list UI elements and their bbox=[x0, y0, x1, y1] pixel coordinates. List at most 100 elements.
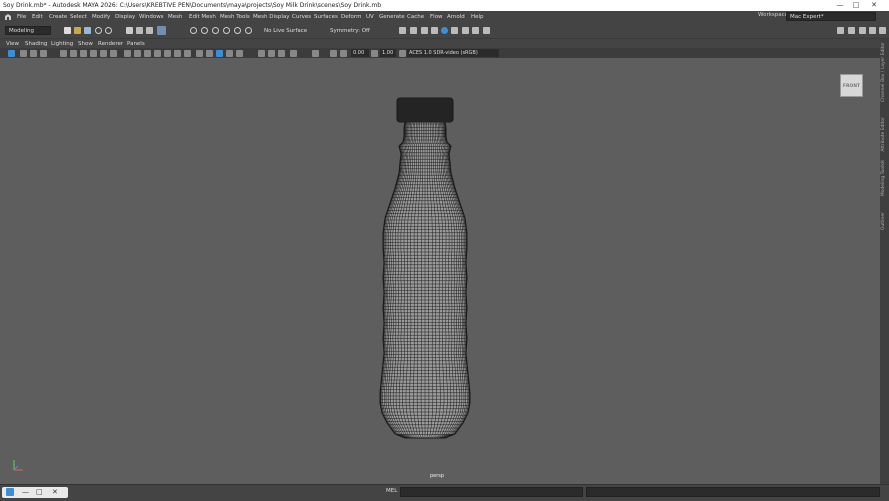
menu-edit[interactable]: Edit bbox=[32, 14, 43, 20]
light-icon[interactable] bbox=[174, 50, 181, 57]
ambient-occlusion-icon[interactable] bbox=[196, 50, 203, 57]
channel-box-icon[interactable] bbox=[869, 27, 876, 34]
menu-curves[interactable]: Curves bbox=[292, 14, 311, 20]
panel-menu-shading[interactable]: Shading bbox=[25, 41, 47, 47]
perspective-viewport[interactable] bbox=[0, 58, 880, 484]
hypershade-icon[interactable] bbox=[431, 27, 438, 34]
menu-generate[interactable]: Generate bbox=[379, 14, 405, 20]
paint-select-icon[interactable] bbox=[146, 27, 153, 34]
exposure-reset-icon[interactable] bbox=[340, 50, 347, 57]
menu-mesh-tools[interactable]: Mesh Tools bbox=[220, 14, 250, 20]
viewport-2-icon[interactable] bbox=[312, 50, 319, 57]
menu-cache[interactable]: Cache bbox=[407, 14, 424, 20]
open-scene-icon[interactable] bbox=[74, 27, 81, 34]
default-material-icon[interactable] bbox=[154, 50, 161, 57]
color-management-icon[interactable] bbox=[399, 50, 406, 57]
gamma-toggle-icon[interactable] bbox=[371, 50, 378, 57]
menu-select[interactable]: Select bbox=[70, 14, 87, 20]
tab-channel-box[interactable]: Channel Box / Layer Editor bbox=[881, 42, 886, 102]
menu-arnold[interactable]: Arnold bbox=[447, 14, 465, 20]
view-cube[interactable]: FRONT bbox=[840, 74, 863, 97]
menu-uv[interactable]: UV bbox=[366, 14, 374, 20]
snap-surface-icon[interactable] bbox=[223, 27, 230, 34]
taskbar-close-icon[interactable]: ✕ bbox=[52, 488, 58, 496]
menu-help[interactable]: Help bbox=[471, 14, 484, 20]
camera-icon[interactable] bbox=[8, 50, 15, 57]
gamma-field[interactable]: 1.00 bbox=[380, 49, 396, 57]
menu-modify[interactable]: Modify bbox=[92, 14, 110, 20]
panel-menu-show[interactable]: Show bbox=[78, 41, 93, 47]
arnold-render-icon[interactable] bbox=[441, 27, 448, 34]
minimize-button[interactable]: — bbox=[835, 1, 845, 10]
wireframe-icon[interactable] bbox=[124, 50, 131, 57]
tab-modeling-toolkit[interactable]: Modeling Toolkit bbox=[881, 160, 886, 196]
workspace-dropdown[interactable]: Mac Expert* bbox=[786, 12, 876, 21]
taskbar-minimize-icon[interactable]: — bbox=[22, 488, 29, 496]
bookmark-icon[interactable] bbox=[30, 50, 37, 57]
grid-icon[interactable] bbox=[60, 50, 67, 57]
film-gate-icon[interactable] bbox=[70, 50, 77, 57]
image-plane-icon[interactable] bbox=[40, 50, 47, 57]
close-button[interactable]: ✕ bbox=[869, 1, 879, 10]
select-tool-icon[interactable] bbox=[126, 27, 133, 34]
menu-deform[interactable]: Deform bbox=[341, 14, 361, 20]
camera-attributes-icon[interactable] bbox=[20, 50, 27, 57]
arnold-light-icon[interactable] bbox=[462, 27, 469, 34]
windows-taskbar-icon[interactable] bbox=[6, 488, 14, 496]
maya-logo-icon[interactable] bbox=[4, 13, 12, 21]
menu-mesh[interactable]: Mesh bbox=[168, 14, 182, 20]
tab-outliner[interactable]: Outliner bbox=[881, 212, 886, 230]
arnold-ipr-icon[interactable] bbox=[451, 27, 458, 34]
xray-icon[interactable] bbox=[216, 50, 223, 57]
field-chart-icon[interactable] bbox=[100, 50, 107, 57]
tool-settings-icon[interactable] bbox=[848, 27, 855, 34]
snap-live-icon[interactable] bbox=[234, 27, 241, 34]
shadow-icon[interactable] bbox=[184, 50, 191, 57]
menu-surfaces[interactable]: Surfaces bbox=[314, 14, 338, 20]
isolate-icon[interactable] bbox=[258, 50, 265, 57]
gate-mask-icon[interactable] bbox=[90, 50, 97, 57]
ipr-render-icon[interactable] bbox=[410, 27, 417, 34]
hud-icon[interactable] bbox=[268, 50, 275, 57]
layout-icon[interactable] bbox=[879, 27, 886, 34]
snap-view-icon[interactable] bbox=[212, 27, 219, 34]
exposure-toggle-icon[interactable] bbox=[330, 50, 337, 57]
menu-mesh-display[interactable]: Mesh Display bbox=[253, 14, 290, 20]
attribute-editor-icon[interactable] bbox=[859, 27, 866, 34]
textured-icon[interactable] bbox=[164, 50, 171, 57]
render-icon[interactable] bbox=[399, 27, 406, 34]
taskbar-maximize-icon[interactable]: □ bbox=[36, 488, 43, 496]
arnold-flush-icon[interactable] bbox=[472, 27, 479, 34]
taskbar-window-control[interactable]: — □ ✕ bbox=[2, 487, 68, 498]
smooth-shade-icon[interactable] bbox=[134, 50, 141, 57]
menu-set-dropdown[interactable]: Modeling bbox=[5, 26, 51, 35]
save-scene-icon[interactable] bbox=[84, 27, 91, 34]
menu-edit-mesh[interactable]: Edit Mesh bbox=[189, 14, 216, 20]
snap-grid-icon[interactable] bbox=[157, 26, 166, 35]
wireframe-on-shaded-icon[interactable] bbox=[144, 50, 151, 57]
new-scene-icon[interactable] bbox=[64, 27, 71, 34]
panel-menu-panels[interactable]: Panels bbox=[127, 41, 145, 47]
safe-action-icon[interactable] bbox=[110, 50, 117, 57]
maximize-button[interactable]: □ bbox=[851, 1, 861, 10]
render-settings-icon[interactable] bbox=[421, 27, 428, 34]
motion-blur-icon[interactable] bbox=[206, 50, 213, 57]
color-space-dropdown[interactable]: ACES 1.0 SDR-video (sRGB) bbox=[407, 49, 499, 57]
pause-icon[interactable] bbox=[483, 27, 490, 34]
panel-menu-renderer[interactable]: Renderer bbox=[98, 41, 123, 47]
gear-icon[interactable] bbox=[837, 27, 844, 34]
symmetry-label[interactable]: Symmetry: Off bbox=[330, 28, 370, 34]
tab-attribute-editor[interactable]: Attribute Editor bbox=[881, 117, 886, 152]
lasso-icon[interactable] bbox=[136, 27, 143, 34]
menu-flow[interactable]: Flow bbox=[430, 14, 443, 20]
resolution-gate-icon[interactable] bbox=[80, 50, 87, 57]
menu-display[interactable]: Display bbox=[115, 14, 135, 20]
xray-components-icon[interactable] bbox=[236, 50, 243, 57]
menu-windows[interactable]: Windows bbox=[139, 14, 164, 20]
redo-icon[interactable] bbox=[105, 27, 112, 34]
panel-menu-lighting[interactable]: Lighting bbox=[51, 41, 73, 47]
menu-create[interactable]: Create bbox=[49, 14, 67, 20]
undo-icon[interactable] bbox=[95, 27, 102, 34]
exposure-icon[interactable] bbox=[278, 50, 285, 57]
xray-joints-icon[interactable] bbox=[226, 50, 233, 57]
